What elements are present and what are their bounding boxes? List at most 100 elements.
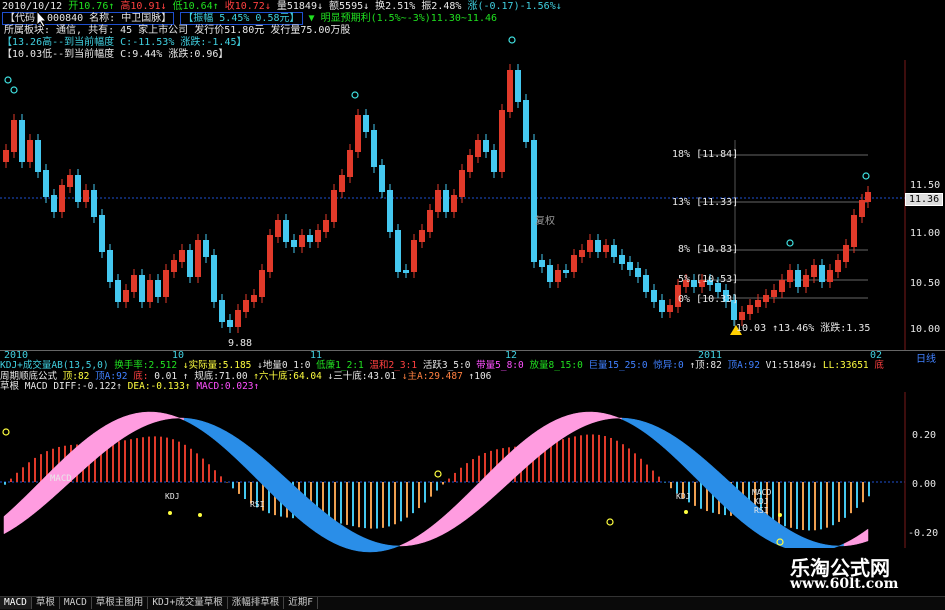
macd-ribbon-segment — [424, 528, 430, 543]
macd-histogram-bar — [214, 470, 216, 482]
macd-ribbon-segment — [568, 414, 574, 435]
signal-tag-rsi-3: RSI — [754, 506, 768, 515]
macd-ribbon-segment — [190, 419, 196, 427]
price-label-1050: 10.50 — [910, 278, 940, 289]
macd-ribbon-segment — [520, 439, 526, 473]
candle-body — [187, 250, 193, 277]
macd-ribbon-segment — [706, 461, 712, 494]
macd-histogram-bar — [130, 439, 132, 482]
macd-histogram-bar — [652, 471, 654, 482]
candlestick-chart[interactable] — [0, 0, 945, 350]
candle-body — [379, 165, 385, 192]
macd-ribbon-segment — [118, 417, 124, 442]
candle-body — [451, 195, 457, 212]
candle-body — [443, 190, 449, 212]
kdj-indicator-value-0: KDJ+成交量AB(13,5,0) — [0, 360, 114, 371]
macd-ribbon-segment — [196, 420, 202, 431]
macd-ribbon-segment — [742, 493, 748, 526]
macd-histogram-bar — [808, 482, 810, 530]
watermark-url: www.60lt.com — [790, 576, 898, 592]
indicator-tab-5[interactable]: 涨幅排草根 — [228, 597, 285, 609]
candle-body — [195, 240, 201, 277]
candle-body — [579, 250, 585, 257]
macd-histogram-bar — [112, 442, 114, 482]
candle-body — [211, 255, 217, 302]
candle-body — [355, 115, 361, 152]
period-label[interactable]: 日线 — [916, 350, 936, 365]
macd-cross-circle-icon — [3, 429, 9, 435]
macd-histogram-bar — [460, 468, 462, 482]
fuquan-label: 复权 — [535, 212, 555, 227]
candle-body — [291, 240, 297, 247]
macd-histogram-bar — [574, 436, 576, 482]
candle-body — [771, 290, 777, 297]
kdj-indicator-value-9: 巨量15_25:0 — [589, 360, 654, 371]
macd-ribbon-segment — [544, 423, 550, 452]
macd-ribbon-segment — [550, 420, 556, 447]
kdj-indicator-value-4: 低廉1_2:1 — [316, 360, 369, 371]
macd-ribbon-segment — [16, 500, 22, 527]
macd-histogram-bar — [154, 436, 156, 482]
candle-body — [11, 120, 17, 152]
macd-histogram-bar — [208, 464, 210, 482]
macd-cross-circle-icon — [607, 519, 613, 525]
indicator-tab-bar: MACD草根MACD草根主图用KDJ+成交量草根涨幅排草根近期F — [0, 596, 945, 610]
candle-body — [627, 262, 633, 270]
current-price-tag: 11.36 — [905, 193, 943, 206]
candle-body — [755, 300, 761, 307]
macd-histogram-bar — [664, 482, 666, 483]
macd-histogram-bar — [160, 437, 162, 482]
indicator-tab-0[interactable]: MACD — [0, 597, 32, 609]
candle-body — [547, 265, 553, 282]
indicator-tab-1[interactable]: 草根 — [32, 597, 60, 609]
candle-body — [843, 245, 849, 262]
candle-body — [115, 280, 121, 302]
macd-histogram-bar — [430, 482, 432, 497]
candle-body — [459, 170, 465, 197]
macd-histogram-bar — [862, 482, 864, 502]
macd-ribbon-segment — [862, 529, 868, 543]
macd-ribbon-segment — [262, 457, 268, 490]
macd-ribbon-segment — [508, 449, 514, 484]
candle-body — [403, 270, 409, 273]
candle-body — [283, 220, 289, 242]
candle-body — [763, 295, 769, 302]
macd-ribbon-segment — [586, 412, 592, 425]
macd-ribbon-segment — [142, 412, 148, 427]
indicator-tab-3[interactable]: 草根主图用 — [92, 597, 149, 609]
candle-body — [523, 100, 529, 142]
kdj-indicator-value-2: ↓实际量:5.185 — [183, 360, 257, 371]
indicator-tab-6[interactable]: 近期F — [284, 597, 318, 609]
candle-body — [435, 190, 441, 212]
macd-ribbon-segment — [664, 430, 670, 453]
candle-body — [99, 215, 105, 252]
macd-histogram-bar — [340, 482, 342, 524]
candle-body — [51, 195, 57, 212]
candle-body — [643, 275, 649, 292]
macd-histogram-bar — [148, 437, 150, 482]
candle-body — [475, 140, 481, 157]
macd-histogram-bar — [646, 465, 648, 482]
macd-ribbon-segment — [244, 443, 250, 472]
price-label-1150: 11.50 — [910, 180, 940, 191]
candle-body — [747, 305, 753, 314]
macd-ribbon-segment — [610, 415, 616, 419]
candle-body — [571, 255, 577, 272]
candle-body — [787, 270, 793, 282]
macd-histogram-bar — [376, 482, 378, 529]
macd-ribbon-segment — [322, 510, 328, 540]
macd-histogram-bar — [820, 482, 822, 529]
macd-histogram-bar — [778, 482, 780, 525]
candle-body — [139, 275, 145, 302]
macd-histogram-bar — [178, 442, 180, 482]
macd-histogram-bar — [556, 441, 558, 482]
indicator-tab-2[interactable]: MACD — [60, 597, 92, 609]
macd-ribbon-segment — [274, 468, 280, 502]
candle-body — [275, 220, 281, 237]
indicator-tab-4[interactable]: KDJ+成交量草根 — [148, 597, 227, 609]
macd-histogram-bar — [40, 454, 42, 482]
macd-ribbon-segment — [436, 518, 442, 538]
candle-body — [75, 175, 81, 202]
macd-ribbon-segment — [136, 412, 142, 430]
macd-ribbon-segment — [310, 500, 316, 532]
